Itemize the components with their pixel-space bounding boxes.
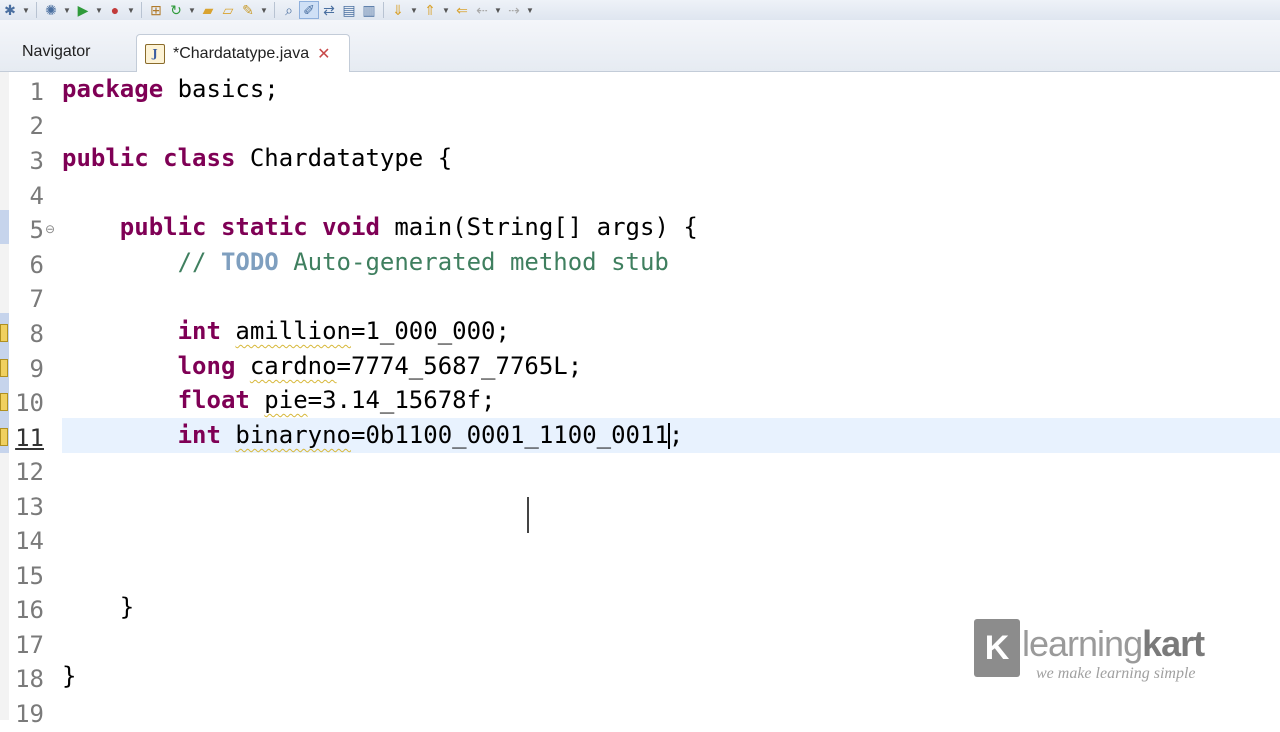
line-number: 4 [29, 182, 44, 210]
line-number: 8 [29, 320, 44, 348]
toolbar-separator [141, 2, 142, 18]
pencil-dropdown-icon[interactable]: ▼ [258, 6, 270, 15]
line-number-current: 11 [15, 424, 44, 452]
tab-chardatatype-java[interactable]: J *Chardatatype.java ✕ [136, 34, 350, 72]
warning-icon[interactable] [0, 324, 8, 342]
debug-icon[interactable]: ✱ [0, 1, 20, 19]
outline-icon[interactable]: ▤ [339, 1, 359, 19]
new-package-icon[interactable]: ⊞ [146, 1, 166, 19]
next-annotation-icon[interactable]: ⇓ [388, 1, 408, 19]
refresh-dropdown-icon[interactable]: ▼ [186, 6, 198, 15]
line-number: 14 [15, 527, 44, 555]
tab-navigator[interactable]: Navigator [0, 34, 130, 70]
highlight-icon[interactable]: ✐ [299, 1, 319, 19]
bug-icon[interactable]: ✺ [41, 1, 61, 19]
line-number: 10 [15, 389, 44, 417]
forward-icon[interactable]: ⇢ [504, 1, 524, 19]
external-tools-dropdown-icon[interactable]: ▼ [125, 6, 137, 15]
code-line[interactable]: } [62, 590, 134, 625]
warning-icon[interactable] [0, 359, 8, 377]
open-file-icon[interactable]: ▱ [218, 1, 238, 19]
toolbar-separator [274, 2, 275, 18]
external-tools-icon[interactable]: ● [105, 1, 125, 19]
code-line[interactable]: float pie=3.14_15678f; [62, 383, 496, 418]
bug-dropdown-icon[interactable]: ▼ [61, 6, 73, 15]
tab-navigator-label: Navigator [22, 43, 91, 60]
run-dropdown-icon[interactable]: ▼ [93, 6, 105, 15]
learningkart-logo: K learningkart we make learning simple [974, 619, 1234, 689]
forward-dropdown-icon[interactable]: ▼ [524, 6, 536, 15]
text-cursor-icon [527, 497, 535, 533]
run-icon[interactable]: ▶ [73, 1, 93, 19]
text-caret [667, 423, 670, 449]
line-number: 19 [15, 700, 44, 728]
code-line[interactable]: int amillion=1_000_000; [62, 314, 510, 349]
back-dropdown-icon[interactable]: ▼ [492, 6, 504, 15]
code-line[interactable]: package basics; [62, 72, 279, 107]
code-line[interactable]: } [62, 659, 76, 694]
line-number: 13 [15, 493, 44, 521]
line-number: 15 [15, 562, 44, 590]
toolbar-separator [36, 2, 37, 18]
line-number: 7 [29, 285, 44, 313]
code-line[interactable]: // TODO Auto-generated method stub [62, 245, 669, 280]
fold-collapse-icon[interactable]: ⊖ [45, 222, 55, 236]
tab-editor-label: *Chardatatype.java [173, 44, 310, 62]
line-number: 3 [29, 147, 44, 175]
warning-icon[interactable] [0, 428, 8, 446]
back-icon[interactable]: ⇠ [472, 1, 492, 19]
logo-tagline: we make learning simple [1036, 665, 1196, 682]
code-line[interactable]: public class Chardatatype { [62, 141, 452, 176]
warning-icon[interactable] [0, 393, 8, 411]
close-icon[interactable]: ✕ [317, 44, 330, 64]
line-number: 2 [29, 112, 44, 140]
refresh-icon[interactable]: ↻ [166, 1, 186, 19]
code-line[interactable]: int binaryno=0b1100_0001_1100_0011; [62, 418, 683, 453]
line-number: 5 [29, 216, 44, 244]
line-number: 17 [15, 631, 44, 659]
java-file-icon: J [145, 43, 165, 64]
code-line[interactable]: public static void main(String[] args) { [62, 210, 698, 245]
pin-icon[interactable]: ▥ [359, 1, 379, 19]
next-annotation-dropdown-icon[interactable]: ▼ [408, 6, 420, 15]
ruler-mark [0, 210, 9, 244]
line-number: 6 [29, 251, 44, 279]
search-icon[interactable]: ⌕ [279, 1, 299, 19]
open-folder-icon[interactable]: ▰ [198, 1, 218, 19]
code-line[interactable]: long cardno=7774_5687_7765L; [62, 349, 583, 384]
previous-annotation-icon[interactable]: ⇑ [420, 1, 440, 19]
last-edit-icon[interactable]: ⇐ [452, 1, 472, 19]
line-number: 1 [29, 78, 44, 106]
line-number: 16 [15, 596, 44, 624]
line-number: 12 [15, 458, 44, 486]
line-number: 9 [29, 355, 44, 383]
editor-tab-strip: Navigator J *Chardatatype.java ✕ [0, 20, 1280, 72]
logo-name: learningkart [1022, 623, 1205, 664]
logo-mark: K [974, 619, 1020, 677]
main-toolbar: ✱ ▼ ✺ ▼ ▶ ▼ ● ▼ ⊞ ↻ ▼ ▰ ▱ ✎ ▼ ⌕ ✐ ⇄ ▤ ▥ … [0, 0, 1280, 21]
line-number: 18 [15, 665, 44, 693]
previous-annotation-dropdown-icon[interactable]: ▼ [440, 6, 452, 15]
toolbar-separator [383, 2, 384, 18]
toggle-icon[interactable]: ⇄ [319, 1, 339, 19]
pencil-icon[interactable]: ✎ [238, 1, 258, 19]
debug-dropdown-icon[interactable]: ▼ [20, 6, 32, 15]
